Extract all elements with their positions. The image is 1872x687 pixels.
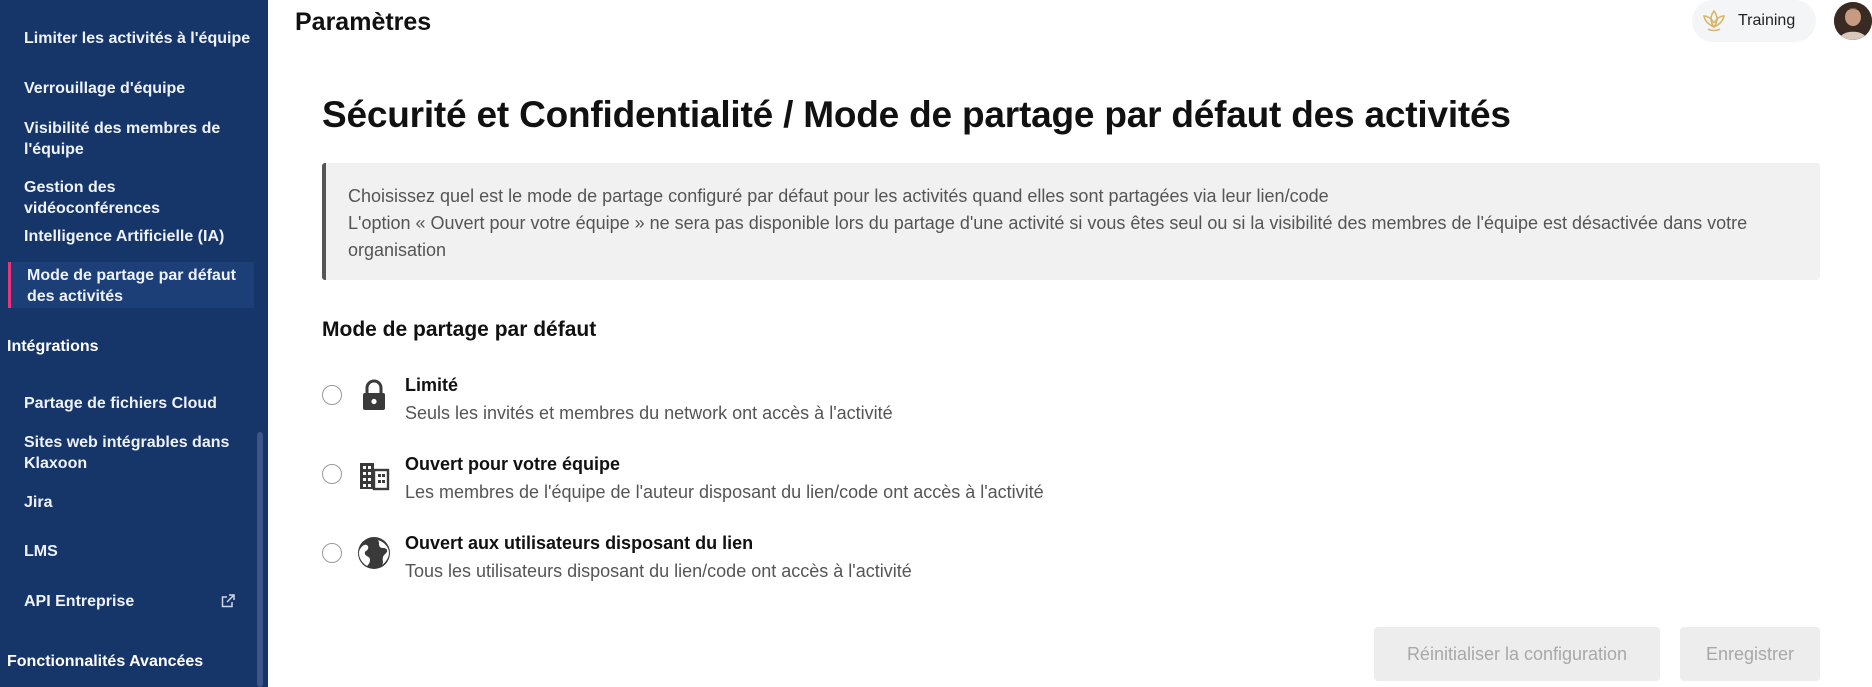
section-title: Sécurité et Confidentialité / Mode de pa…: [322, 94, 1511, 135]
sidebar: Limiter les activités à l'équipe Verroui…: [0, 0, 268, 687]
sidebar-item-team-lock[interactable]: Verrouillage d'équipe: [8, 78, 254, 99]
radio-limited[interactable]: [322, 385, 342, 405]
option-title: Limité: [405, 375, 459, 395]
option-description: Les membres de l'équipe de l'auteur disp…: [405, 482, 1044, 502]
save-button[interactable]: Enregistrer: [1680, 627, 1820, 681]
info-callout: Choisissez quel est le mode de partage c…: [322, 163, 1820, 280]
sidebar-item-embeddable-sites[interactable]: Sites web intégrables dans Klaxoon: [8, 432, 254, 474]
option-title: Ouvert pour votre équipe: [405, 454, 621, 474]
sidebar-item-member-visibility[interactable]: Visibilité des membres de l'équipe: [8, 118, 254, 160]
sharing-option-team[interactable]: Ouvert pour votre équipe Les membres de …: [322, 452, 1522, 512]
sidebar-item-ai[interactable]: Intelligence Artificielle (IA): [8, 226, 254, 247]
sidebar-item-cloud-sharing[interactable]: Partage de fichiers Cloud: [8, 393, 254, 414]
workspace-label: Training: [1738, 12, 1796, 29]
sidebar-scrollbar[interactable]: [257, 432, 263, 687]
sidebar-item-limit-activities[interactable]: Limiter les activités à l'équipe: [8, 28, 254, 49]
sharing-option-limited[interactable]: Limité Seuls les invités et membres du n…: [322, 373, 1522, 433]
radio-team[interactable]: [322, 464, 342, 484]
sidebar-item-api[interactable]: API Entreprise: [8, 591, 254, 612]
info-text-line-1: Choisissez quel est le mode de partage c…: [348, 186, 1329, 206]
sidebar-item-lms[interactable]: LMS: [8, 541, 254, 562]
lotus-logo-icon: [1703, 9, 1725, 32]
sidebar-item-api-label: API Entreprise: [24, 593, 135, 610]
avatar-image: [1834, 2, 1872, 40]
radio-public-link[interactable]: [322, 543, 342, 563]
sidebar-section-integrations[interactable]: Intégrations: [7, 336, 99, 357]
page-header-title: Paramètres: [295, 8, 432, 36]
option-title: Ouvert aux utilisateurs disposant du lie…: [405, 533, 754, 553]
sidebar-item-default-sharing[interactable]: Mode de partage par défaut des activités: [8, 262, 254, 308]
info-text-line-2: L'option « Ouvert pour votre équipe » ne…: [348, 213, 1748, 260]
user-avatar[interactable]: [1834, 2, 1872, 40]
sidebar-item-videoconference[interactable]: Gestion des vidéoconférences: [8, 177, 254, 219]
sidebar-section-advanced[interactable]: Fonctionnalités Avancées: [7, 651, 203, 672]
workspace-switcher[interactable]: Training: [1692, 0, 1816, 42]
sharing-option-public-link[interactable]: Ouvert aux utilisateurs disposant du lie…: [322, 531, 1522, 591]
globe-icon: [358, 537, 390, 569]
default-sharing-mode-heading: Mode de partage par défaut: [322, 318, 597, 341]
option-description: Tous les utilisateurs disposant du lien/…: [405, 561, 912, 581]
external-link-icon: [221, 594, 235, 608]
sidebar-item-jira[interactable]: Jira: [8, 492, 254, 513]
option-description: Seuls les invités et membres du network …: [405, 403, 893, 423]
settings-app: Limiter les activités à l'équipe Verroui…: [0, 0, 1872, 687]
reset-configuration-button[interactable]: Réinitialiser la configuration: [1374, 627, 1660, 681]
building-icon: [360, 463, 390, 491]
lock-icon: [363, 379, 385, 410]
